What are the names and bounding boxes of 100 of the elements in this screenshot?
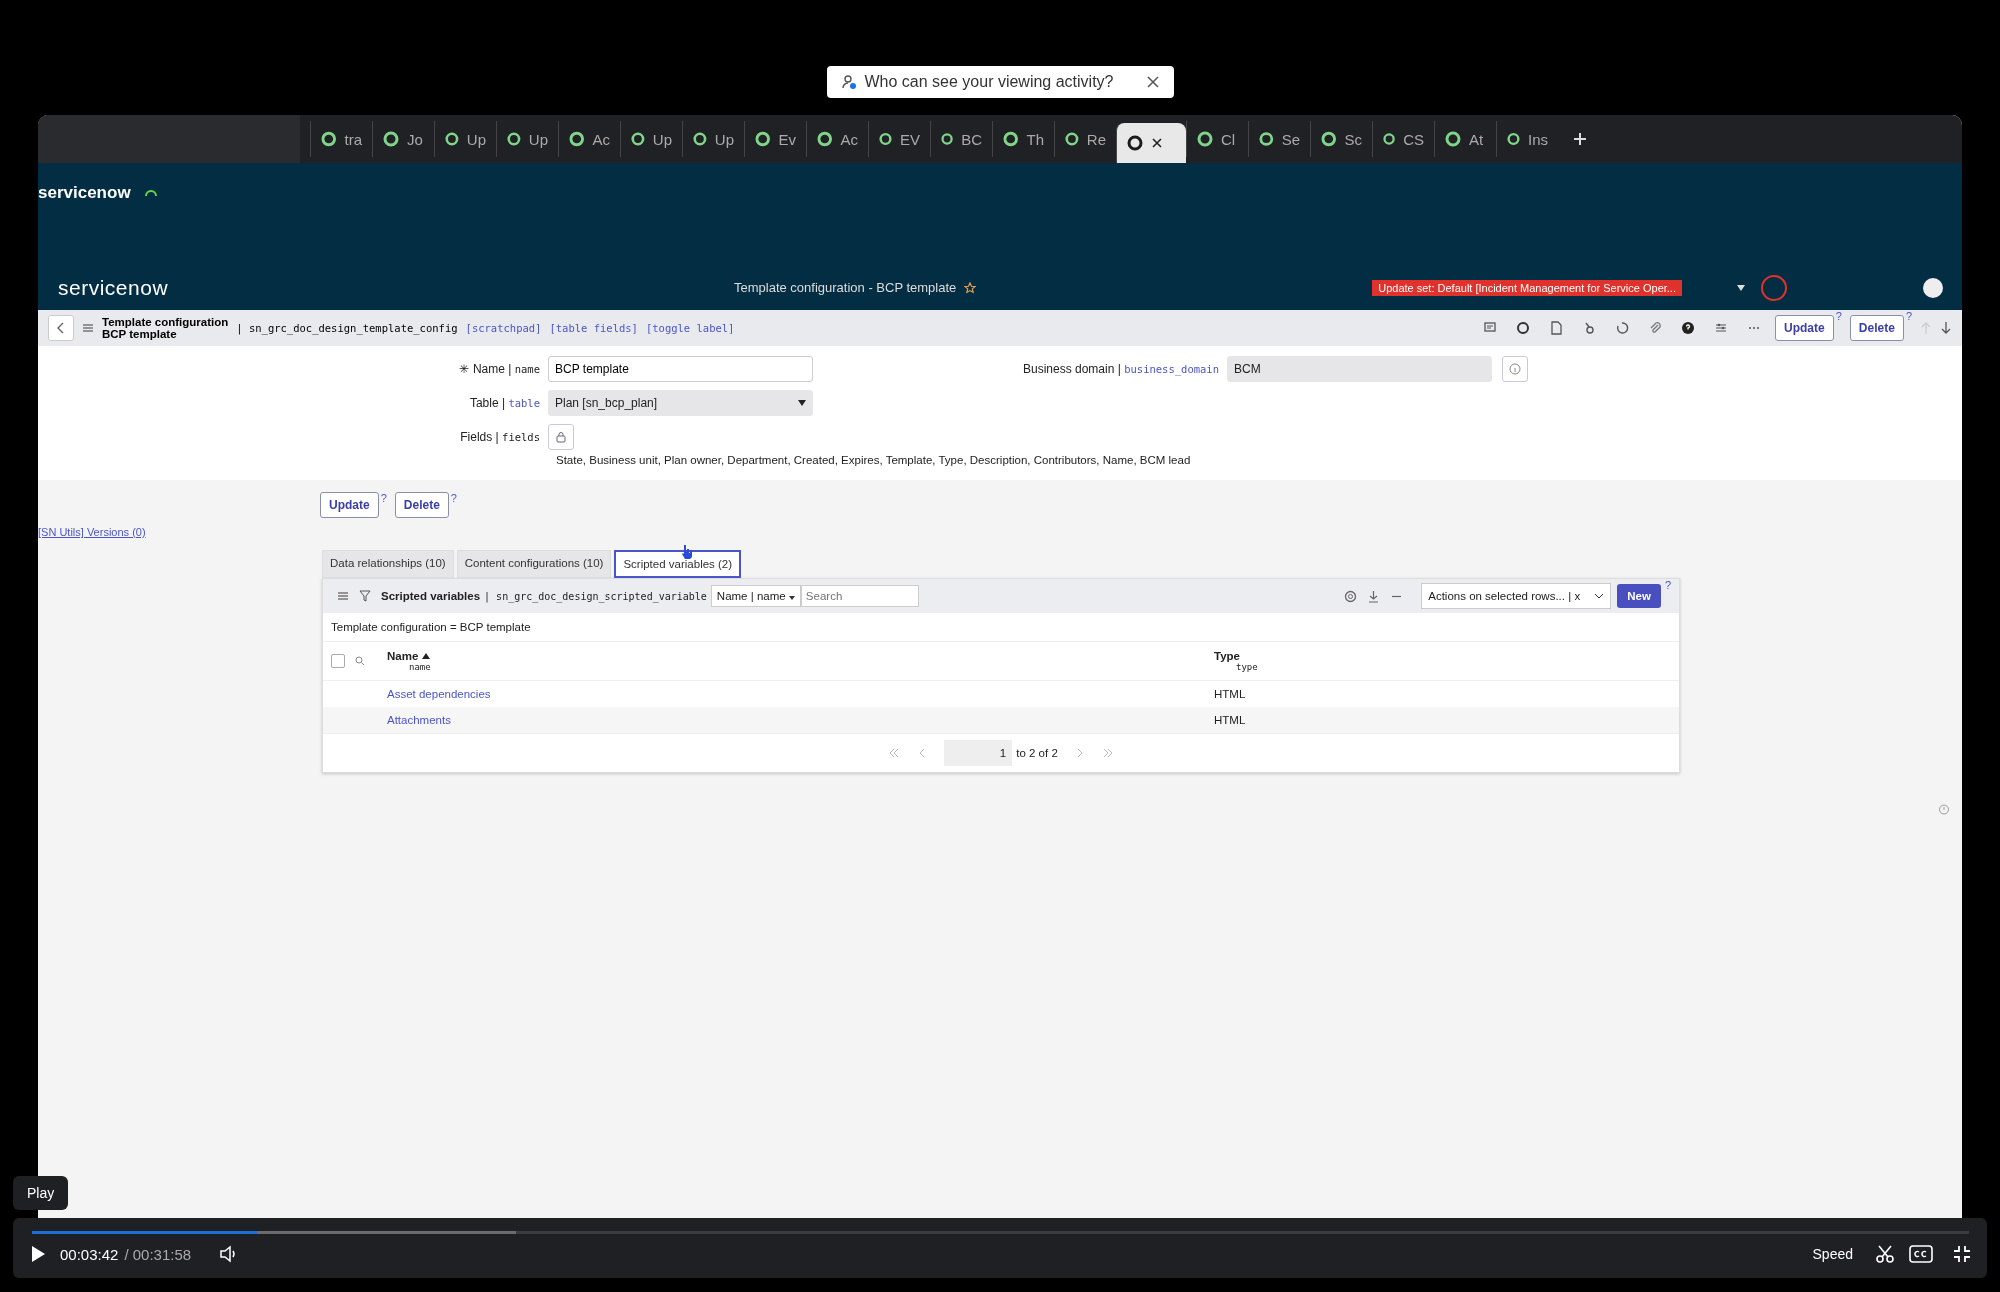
- favicon-icon: [321, 131, 337, 147]
- form-button[interactable]: Update: [320, 492, 379, 518]
- person-icon: [840, 74, 857, 90]
- favicon-icon: [817, 131, 833, 147]
- settings-sliders-icon[interactable]: [1714, 321, 1729, 335]
- browser-tab[interactable]: Up: [620, 121, 682, 157]
- favicon-icon: [631, 131, 645, 147]
- download-icon[interactable]: [1367, 589, 1381, 603]
- help-mark[interactable]: ?: [450, 492, 457, 504]
- browser-tab[interactable]: Th: [992, 121, 1054, 157]
- caret-icon: [798, 400, 806, 406]
- close-icon[interactable]: [1151, 137, 1163, 149]
- actions-select[interactable]: Actions on selected rows... | x: [1421, 583, 1612, 609]
- help-icon[interactable]: [1681, 321, 1696, 335]
- down-arrow-icon[interactable]: [1940, 321, 1952, 335]
- favicon-icon: [693, 131, 707, 147]
- search-icon[interactable]: [355, 656, 365, 666]
- caret-icon[interactable]: [1736, 283, 1746, 292]
- toast-text: Who can see your viewing activity?: [864, 73, 1115, 91]
- help-mark[interactable]: ?: [1835, 310, 1842, 322]
- app-logo: servicenow: [38, 183, 131, 203]
- favicon-icon: [383, 131, 399, 147]
- browser-tab[interactable]: [1116, 123, 1186, 163]
- menu-icon[interactable]: [337, 591, 349, 601]
- related-list-tab[interactable]: Scripted variables (2): [614, 550, 742, 578]
- servicenow-logo[interactable]: servicenow: [58, 275, 169, 300]
- select-all-checkbox[interactable]: [331, 654, 345, 668]
- browser-tab[interactable]: Up: [496, 121, 558, 157]
- play-icon[interactable]: [30, 1245, 46, 1263]
- related-list-tab[interactable]: Data relationships (10): [322, 550, 454, 578]
- help-mark[interactable]: ?: [380, 492, 387, 504]
- favicon-icon: [445, 131, 459, 147]
- browser-tab[interactable]: BC: [930, 121, 992, 157]
- new-tab-icon[interactable]: [1572, 131, 1588, 147]
- browser-tab[interactable]: Ac: [806, 121, 868, 157]
- close-icon[interactable]: [1145, 75, 1160, 89]
- utility-link[interactable]: [toggle label]: [645, 322, 735, 334]
- form-button[interactable]: Delete: [394, 492, 449, 518]
- browser-tab[interactable]: Ac: [558, 121, 620, 157]
- new-button[interactable]: New: [1617, 584, 1661, 608]
- paperclip-icon[interactable]: [1648, 321, 1663, 335]
- browser-tab[interactable]: tra: [310, 121, 372, 157]
- field-list-text: State, Business unit, Plan owner, Department, Created, Expires, Template, Type, Description, Contributors, Name, BCM lead: [555, 454, 1192, 466]
- name-field[interactable]: BCP template: [548, 356, 813, 382]
- field-label: ✳ Name | name: [457, 362, 541, 376]
- avatar-icon[interactable]: [1922, 276, 1944, 299]
- business-domain-field: BCM: [1227, 356, 1492, 382]
- browser-tab[interactable]: CS: [1372, 121, 1434, 157]
- document-icon[interactable]: [1549, 321, 1564, 335]
- page-number-field[interactable]: 1: [944, 740, 1013, 766]
- favicon-icon: [1507, 131, 1520, 147]
- help-mark[interactable]: ?: [1905, 310, 1912, 322]
- table-cell: HTML: [1214, 714, 1246, 726]
- star-icon[interactable]: [964, 281, 977, 294]
- favicon-icon: [755, 131, 771, 147]
- speed-button[interactable]: Speed: [1812, 1246, 1853, 1262]
- record-link[interactable]: Asset dependencies: [387, 688, 491, 700]
- chevron-left-icon: [57, 322, 65, 334]
- help-mark[interactable]: ?: [1664, 579, 1671, 591]
- utility-link[interactable]: [table fields]: [549, 322, 638, 334]
- browser-tab[interactable]: Ev: [744, 121, 806, 157]
- related-list-tab[interactable]: Content configurations (10): [456, 550, 612, 578]
- list-title: Scripted variables: [381, 590, 481, 602]
- versions-link[interactable]: [SN Utils] Versions (0): [38, 526, 1962, 538]
- browser-tab[interactable]: Cl: [1186, 121, 1248, 157]
- browser-tab[interactable]: Up: [682, 121, 744, 157]
- form-button[interactable]: Update: [1775, 315, 1834, 341]
- table-select[interactable]: Plan [sn_bcp_plan]: [548, 390, 813, 416]
- browser-tab[interactable]: Se: [1248, 121, 1310, 157]
- column-header[interactable]: Type type: [1214, 650, 1679, 672]
- captions-icon[interactable]: [1909, 1245, 1933, 1263]
- browser-tab[interactable]: Ins: [1496, 121, 1558, 157]
- browser-tab[interactable]: Sc: [1310, 121, 1372, 157]
- comment-icon[interactable]: [1483, 321, 1498, 335]
- search-column-select[interactable]: Name | name: [710, 585, 801, 607]
- update-set-badge[interactable]: Update set: Default [Incident Management for Service Oper...: [1372, 279, 1682, 296]
- browser-tab[interactable]: At: [1434, 121, 1496, 157]
- menu-icon[interactable]: [82, 323, 94, 333]
- browser-tab[interactable]: Jo: [372, 121, 434, 157]
- record-link[interactable]: Attachments: [387, 714, 451, 726]
- lock-icon: [555, 431, 567, 443]
- column-header[interactable]: Name name: [387, 650, 1214, 672]
- browser-tab[interactable]: Up: [434, 121, 496, 157]
- exit-fullscreen-icon[interactable]: [1953, 1245, 1971, 1263]
- field-label: Business domain | business_domain: [1022, 362, 1220, 376]
- gear-icon[interactable]: [1344, 589, 1358, 603]
- form-button[interactable]: Delete: [1849, 315, 1904, 341]
- utility-link[interactable]: [scratchpad]: [465, 322, 542, 334]
- scissors-icon[interactable]: [1875, 1244, 1895, 1264]
- loading-spinner-icon: [144, 189, 157, 197]
- filter-breadcrumb: Template configuration = BCP template: [323, 613, 1679, 642]
- history-icon[interactable]: [1615, 321, 1630, 335]
- browser-tab[interactable]: EV: [868, 121, 930, 157]
- table-name: | sn_grc_doc_design_scripted_variable: [484, 590, 707, 602]
- ring-icon[interactable]: [1760, 273, 1788, 302]
- favicon-icon: [1321, 131, 1337, 147]
- favicon-icon: [1127, 135, 1143, 151]
- search-field[interactable]: Search: [800, 585, 919, 607]
- filter-icon[interactable]: [359, 590, 371, 602]
- field-label: Fields | fields: [459, 430, 541, 444]
